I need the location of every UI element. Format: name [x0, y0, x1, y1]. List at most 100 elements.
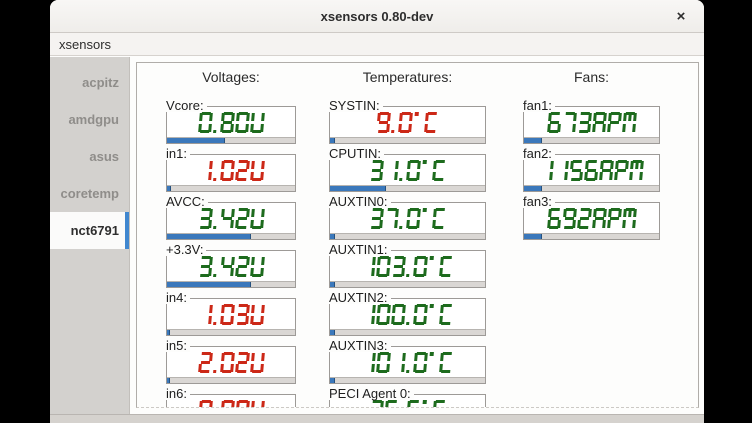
sidebar-item-label: asus — [89, 149, 119, 164]
sensor-value — [198, 304, 265, 325]
sensor-label: fan2: — [523, 147, 555, 160]
column-header-temperatures: Temperatures: — [329, 69, 486, 85]
titlebar[interactable]: xsensors 0.80-dev × — [50, 0, 704, 33]
sensor-progressbar — [524, 137, 659, 143]
sensor-label: AUXTIN2: — [329, 291, 391, 304]
sensor-cputin: CPUTIN: — [329, 154, 486, 192]
sensor-progressbar — [330, 185, 485, 191]
sensor-progress-fill — [330, 282, 335, 287]
sidebar-item-nct6791[interactable]: nct6791 — [50, 212, 129, 249]
sensor-progress-fill — [167, 330, 170, 335]
sidebar-item-label: coretemp — [60, 186, 119, 201]
sensor-in5: in5: — [166, 346, 296, 384]
close-button[interactable]: × — [668, 4, 694, 30]
sensor-progress-fill — [330, 234, 335, 239]
sensor-progressbar — [167, 233, 295, 239]
sensor-label: in4: — [166, 291, 190, 304]
sensor-label: in1: — [166, 147, 190, 160]
sensor-progressbar — [524, 233, 659, 239]
sensor-label: AUXTIN3: — [329, 339, 391, 352]
sensor-value — [198, 400, 265, 409]
window-title: xsensors 0.80-dev — [50, 0, 704, 33]
sensor-progressbar — [167, 185, 295, 191]
sensor-vcore: Vcore: — [166, 106, 296, 144]
sensor-progressbar — [167, 281, 295, 287]
sensor-label: AUXTIN1: — [329, 243, 391, 256]
sensor-progress-fill — [524, 234, 542, 239]
sensor-3v3: +3.3V: — [166, 250, 296, 288]
sensor-progress-fill — [330, 186, 386, 191]
sensor-progressbar — [167, 137, 295, 143]
sensor-value — [547, 208, 637, 229]
desktop-background: xsensors 0.80-dev × xsensors acpitz amdg… — [0, 0, 752, 423]
window-bottom-edge — [50, 414, 704, 423]
sidebar-item-asus[interactable]: asus — [50, 138, 129, 175]
sensor-fan3: fan3: — [523, 202, 660, 240]
sensor-progress-fill — [330, 330, 335, 335]
sensor-label: PECI Agent 0: — [329, 387, 414, 400]
sensor-in4: in4: — [166, 298, 296, 336]
sensor-progress-fill — [330, 378, 335, 383]
sensor-progressbar — [167, 329, 295, 335]
sensor-progress-fill — [524, 186, 542, 191]
sensor-label: SYSTIN: — [329, 99, 383, 112]
sensor-panel: Voltages: Vcore: in1: — [136, 62, 699, 408]
sensor-progress-fill — [330, 138, 335, 143]
sensor-label: Vcore: — [166, 99, 207, 112]
sensor-value — [198, 160, 265, 181]
main-area: acpitz amdgpu asus coretemp nct6791 — [50, 57, 704, 414]
fans-column: Fans: fan1: fan2: — [523, 63, 660, 407]
sensor-value — [361, 256, 454, 277]
sensor-in1: in1: — [166, 154, 296, 192]
active-tab-indicator — [125, 212, 129, 249]
menu-xsensors[interactable]: xsensors — [50, 33, 120, 56]
sensor-progressbar — [524, 185, 659, 191]
sensor-avcc: AVCC: — [166, 202, 296, 240]
sensor-value — [198, 256, 265, 277]
sensor-progress-fill — [167, 186, 171, 191]
sensor-progressbar — [330, 329, 485, 335]
sensor-progress-fill — [167, 378, 170, 383]
sidebar-item-amdgpu[interactable]: amdgpu — [50, 101, 129, 138]
sidebar-item-acpitz[interactable]: acpitz — [50, 64, 129, 101]
sensor-value — [198, 208, 265, 229]
voltages-column: Voltages: Vcore: in1: — [166, 63, 296, 407]
sidebar-item-label: nct6791 — [71, 223, 119, 238]
sensor-value — [198, 352, 265, 373]
sensor-value — [547, 112, 637, 133]
sensor-fan2: fan2: — [523, 154, 660, 192]
sensor-auxtin0: AUXTIN0: — [329, 202, 486, 240]
sidebar-item-coretemp[interactable]: coretemp — [50, 175, 129, 212]
sensor-value — [369, 160, 447, 181]
sensor-label: fan1: — [523, 99, 555, 112]
sensor-progress-fill — [524, 138, 542, 143]
sensor-label: fan3: — [523, 195, 555, 208]
sensor-auxtin3: AUXTIN3: — [329, 346, 486, 384]
sensor-label: AVCC: — [166, 195, 208, 208]
sensor-progress-fill — [167, 282, 251, 287]
sensor-progressbar — [330, 377, 485, 383]
sensor-fan1: fan1: — [523, 106, 660, 144]
sensor-value — [198, 112, 265, 133]
sensor-progressbar — [330, 233, 485, 239]
sensor-systin: SYSTIN: — [329, 106, 486, 144]
sidebar-item-label: amdgpu — [68, 112, 119, 127]
sidebar-item-label: acpitz — [82, 75, 119, 90]
temperatures-column: Temperatures: SYSTIN: CPUTIN: — [329, 63, 486, 407]
sensor-value — [361, 304, 454, 325]
sensor-value — [369, 208, 447, 229]
sensor-value — [376, 112, 439, 133]
sensor-progressbar — [330, 137, 485, 143]
sensor-progress-fill — [167, 234, 251, 239]
sensor-progressbar — [330, 281, 485, 287]
sensor-progressbar — [167, 377, 295, 383]
sensor-label: +3.3V: — [166, 243, 206, 256]
sensor-label: CPUTIN: — [329, 147, 384, 160]
sensor-in6: in6: — [166, 394, 296, 408]
sensor-value — [361, 352, 454, 373]
sensor-progress-fill — [167, 138, 225, 143]
sensor-peci-agent-0: PECI Agent 0: — [329, 394, 486, 408]
sensor-auxtin1: AUXTIN1: — [329, 250, 486, 288]
column-header-voltages: Voltages: — [166, 69, 296, 85]
sensor-auxtin2: AUXTIN2: — [329, 298, 486, 336]
